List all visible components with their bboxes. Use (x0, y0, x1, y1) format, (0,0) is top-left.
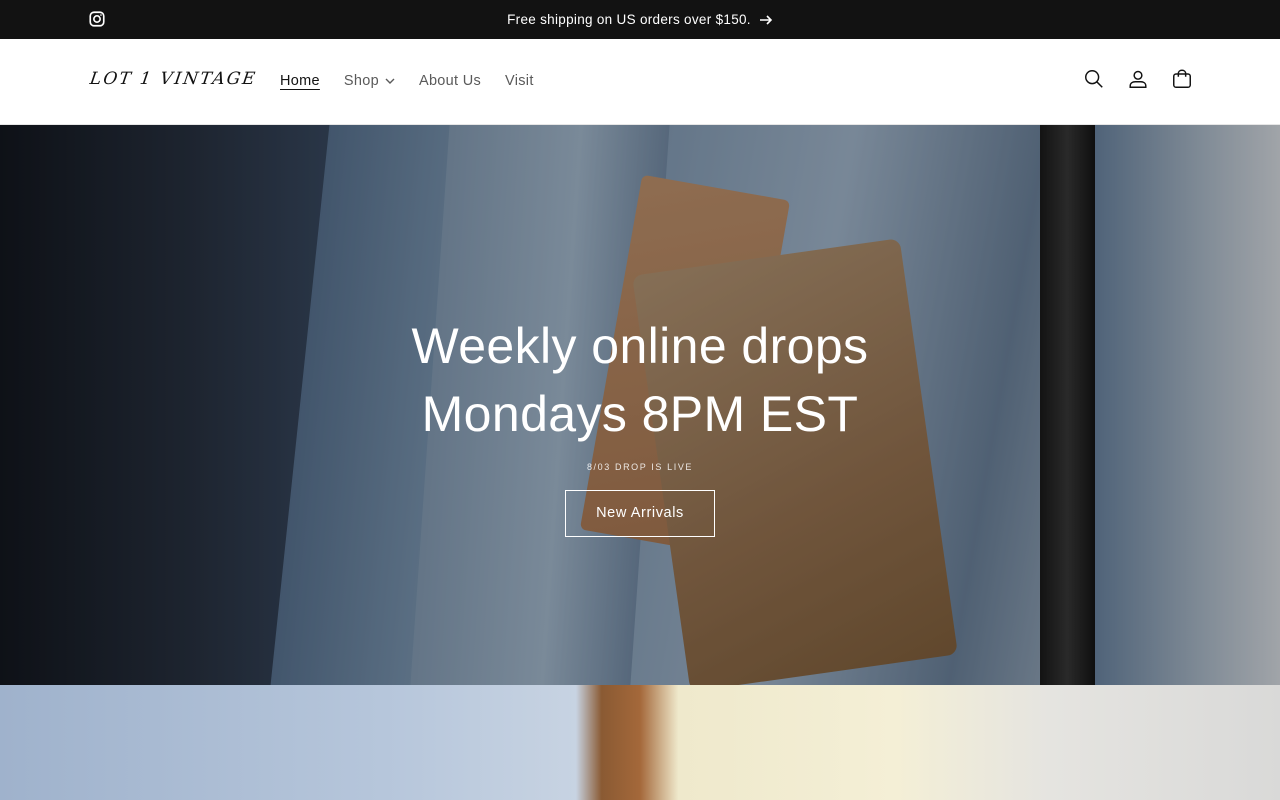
announcement-text: Free shipping on US orders over $150. (507, 12, 751, 27)
nav-item-label: About Us (418, 73, 482, 89)
nav-item-shop[interactable]: Shop (332, 73, 407, 89)
nav-item-label: Shop (343, 73, 379, 89)
nav-item-visit[interactable]: Visit (493, 73, 546, 89)
featured-image (0, 685, 1280, 800)
nav-item-label: Home (280, 73, 320, 89)
site-header: LOT 1 VINTAGE Home Shop About Us Visit (0, 39, 1280, 125)
featured-image-section (0, 685, 1280, 800)
cart-icon[interactable] (1170, 67, 1194, 91)
hero-subtitle: 8/03 DROP IS LIVE (586, 461, 694, 472)
logo[interactable]: LOT 1 VINTAGE (89, 69, 259, 89)
search-icon[interactable] (1082, 67, 1106, 91)
account-icon[interactable] (1126, 67, 1150, 91)
hero-banner: Weekly online drops Mondays 8PM EST 8/03… (0, 125, 1280, 685)
hero-content: Weekly online drops Mondays 8PM EST 8/03… (0, 125, 1280, 685)
chevron-down-icon (385, 78, 395, 84)
header-icons (1082, 67, 1194, 91)
new-arrivals-button[interactable]: New Arrivals (565, 489, 715, 537)
hero-title-line-1: Weekly online drops (411, 317, 869, 374)
announcement-link[interactable]: Free shipping on US orders over $150. (507, 12, 773, 27)
arrow-right-icon (759, 14, 772, 25)
nav-item-home[interactable]: Home (268, 73, 332, 89)
main-nav: Home Shop About Us Visit (268, 69, 546, 93)
nav-item-label: Visit (505, 73, 534, 89)
nav-item-about-us[interactable]: About Us (407, 73, 493, 89)
hero-title: Weekly online drops Mondays 8PM EST (412, 312, 869, 448)
hero-title-line-2: Mondays 8PM EST (421, 385, 859, 442)
instagram-icon[interactable] (88, 10, 106, 28)
announcement-bar: Free shipping on US orders over $150. (0, 0, 1280, 39)
